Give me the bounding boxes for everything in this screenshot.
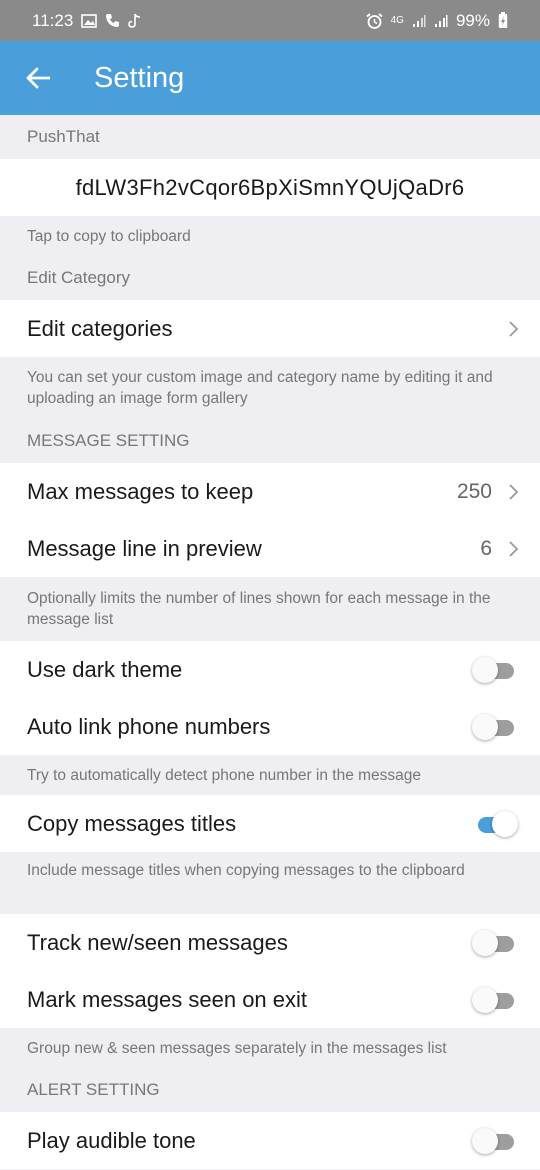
status-bar-right: 4G 99% <box>366 11 508 31</box>
network-type-label: 4G <box>390 14 404 26</box>
battery-percent: 99% <box>455 10 490 30</box>
signal-strength-icon <box>412 14 426 27</box>
track-messages-row[interactable]: Track new/seen messages <box>0 914 540 971</box>
settings-list: PushThat fdLW3Fh2vCqor6BpXiSmnYQUjQaDr6 … <box>0 115 540 1169</box>
mark-seen-row[interactable]: Mark messages seen on exit <box>0 971 540 1028</box>
section-header-alert-setting: ALERT SETTING <box>27 1080 160 1099</box>
signal-strength-2-icon <box>434 14 448 27</box>
auto-link-label: Auto link phone numbers <box>27 713 271 739</box>
status-time: 11:23 <box>32 10 74 30</box>
alarm-icon <box>366 12 383 29</box>
section-header-pushthat: PushThat <box>27 127 100 146</box>
preview-lines-value: 6 <box>480 536 492 560</box>
device-token: fdLW3Fh2vCqor6BpXiSmnYQUjQaDr6 <box>75 174 465 200</box>
phone-notification-icon <box>106 14 120 27</box>
hint-copy-titles: Include message titles when copying mess… <box>27 862 465 879</box>
preview-lines-row[interactable]: Message line in preview 6 <box>0 520 540 577</box>
section-header-edit-category: Edit Category <box>27 268 130 287</box>
chevron-right-icon <box>509 483 519 500</box>
track-messages-label: Track new/seen messages <box>27 929 288 955</box>
status-bar: 11:23 4G 99% <box>0 0 540 41</box>
hint-copy-clipboard: Tap to copy to clipboard <box>27 227 191 245</box>
app-bar: Setting <box>0 41 540 115</box>
dark-theme-toggle[interactable] <box>472 656 518 683</box>
audible-tone-label: Play audible tone <box>27 1127 196 1153</box>
copy-titles-label: Copy messages titles <box>27 810 237 836</box>
hint-edit-categories: You can set your custom image and catego… <box>27 369 493 407</box>
max-messages-value: 250 <box>456 479 492 503</box>
status-bar-left: 11:23 <box>32 11 141 31</box>
edit-categories-row[interactable]: Edit categories <box>0 300 540 357</box>
copy-titles-toggle[interactable] <box>472 810 518 837</box>
max-messages-label: Max messages to keep <box>27 478 254 504</box>
back-button[interactable] <box>18 58 58 98</box>
token-row[interactable]: fdLW3Fh2vCqor6BpXiSmnYQUjQaDr6 <box>0 159 540 216</box>
page-title: Setting <box>94 61 185 94</box>
hint-auto-link: Try to automatically detect phone number… <box>27 766 422 784</box>
audible-tone-row[interactable]: Play audible tone <box>0 1112 540 1169</box>
max-messages-row[interactable]: Max messages to keep 250 <box>0 463 540 520</box>
gallery-notification-icon <box>81 13 98 28</box>
chevron-right-icon <box>509 320 519 337</box>
audible-tone-toggle[interactable] <box>472 1127 518 1154</box>
edit-categories-label: Edit categories <box>27 315 173 341</box>
mark-seen-toggle[interactable] <box>472 986 518 1013</box>
copy-titles-row[interactable]: Copy messages titles <box>0 795 540 852</box>
arrow-back-icon <box>26 67 50 89</box>
hint-preview-lines: Optionally limits the number of lines sh… <box>27 590 491 628</box>
auto-link-toggle[interactable] <box>472 713 518 740</box>
hint-tracking: Group new & seen messages separately in … <box>27 1039 447 1057</box>
mark-seen-label: Mark messages seen on exit <box>27 986 308 1012</box>
auto-link-row[interactable]: Auto link phone numbers <box>0 698 540 755</box>
chevron-right-icon <box>509 540 519 557</box>
track-messages-toggle[interactable] <box>472 929 518 956</box>
preview-lines-label: Message line in preview <box>27 535 262 561</box>
tiktok-notification-icon <box>128 13 141 28</box>
dark-theme-label: Use dark theme <box>27 656 183 682</box>
battery-charging-icon <box>498 12 508 28</box>
dark-theme-row[interactable]: Use dark theme <box>0 641 540 698</box>
section-header-message-setting: MESSAGE SETTING <box>27 431 190 450</box>
